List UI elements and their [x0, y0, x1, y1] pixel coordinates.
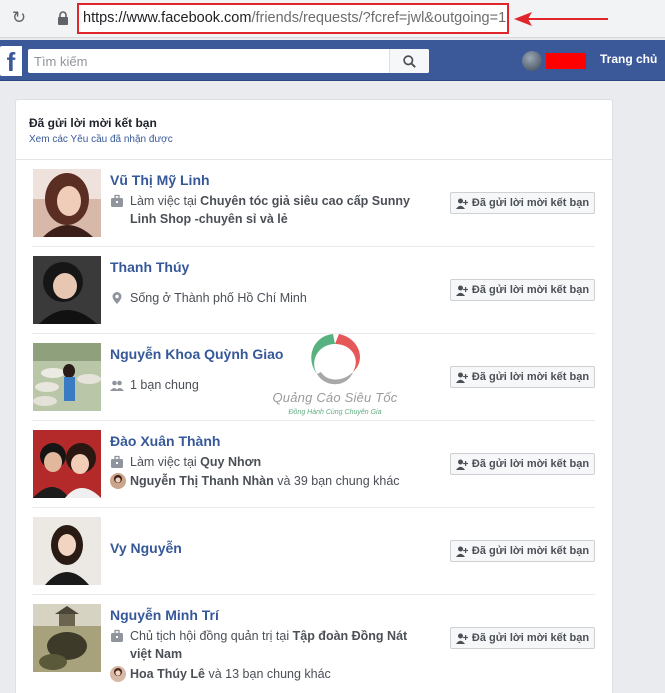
work-info: Làm việc tại Quy Nhơn	[110, 453, 428, 471]
mutual-friends-icon	[110, 380, 124, 391]
sent-request-button[interactable]: Đã gửi lời mời kết bạn	[450, 279, 595, 301]
add-friend-icon	[455, 285, 468, 296]
work-info: Làm việc tại Chuyên tóc giả siêu cao cấp…	[110, 192, 428, 228]
friend-photo[interactable]	[33, 430, 101, 498]
location-info: Sống ở Thành phố Hồ Chí Minh	[110, 289, 428, 307]
address-bar[interactable]: https://www.facebook.com/friends/request…	[77, 3, 509, 34]
briefcase-icon	[111, 629, 123, 642]
add-friend-icon	[455, 459, 468, 470]
request-row: Vũ Thị Mỹ Linh Làm việc tại Chuyên tóc g…	[32, 160, 595, 247]
profile-avatar[interactable]	[522, 51, 542, 71]
sent-request-button[interactable]: Đã gửi lời mời kết bạn	[450, 627, 595, 649]
redacted-name-box	[546, 53, 586, 69]
add-friend-icon	[455, 372, 468, 383]
friend-photo[interactable]	[33, 256, 101, 324]
request-row: Đào Xuân Thành Làm việc tại Quy Nhơn Ngu…	[32, 421, 595, 508]
card-header: Đã gửi lời mời kết bạn Xem các Yêu cầu đ…	[16, 100, 612, 160]
request-row: Vy Nguyễn Đã gửi lời mời kết bạn	[32, 508, 595, 595]
mutual-friends-info: 1 bạn chung	[110, 376, 428, 394]
add-friend-icon	[455, 546, 468, 557]
work-info: Chủ tịch hội đồng quản trị tại Tập đoàn …	[110, 627, 428, 663]
search-box	[28, 49, 429, 73]
briefcase-icon	[111, 455, 123, 468]
friend-photo[interactable]	[33, 604, 101, 672]
sent-requests-card: Đã gửi lời mời kết bạn Xem các Yêu cầu đ…	[15, 99, 613, 693]
add-friend-icon	[455, 198, 468, 209]
url-text: https://www.facebook.com/friends/request…	[83, 10, 507, 26]
add-friend-icon	[455, 633, 468, 644]
red-arrow-icon	[514, 12, 608, 26]
sent-request-button[interactable]: Đã gửi lời mời kết bạn	[450, 453, 595, 475]
sent-request-button[interactable]: Đã gửi lời mời kết bạn	[450, 192, 595, 214]
friend-photo[interactable]	[33, 343, 101, 411]
friend-photo[interactable]	[33, 169, 101, 237]
search-icon	[403, 54, 416, 68]
browser-toolbar: ↻ https://www.facebook.com/friends/reque…	[0, 0, 665, 38]
mutual-friend-avatar[interactable]	[110, 666, 126, 682]
lock-icon	[58, 11, 68, 25]
sent-request-button[interactable]: Đã gửi lời mời kết bạn	[450, 540, 595, 562]
briefcase-icon	[111, 194, 123, 207]
facebook-logo-icon[interactable]: f	[0, 46, 22, 77]
reload-icon[interactable]: ↻	[9, 8, 29, 28]
mutual-friends-info: Hoa Thúy Lê và 13 bạn chung khác	[110, 665, 428, 683]
search-input[interactable]	[28, 49, 390, 73]
friend-name[interactable]: Vũ Thị Mỹ Linh	[110, 172, 210, 188]
friend-name[interactable]: Nguyễn Minh Trí	[110, 607, 219, 623]
request-row: Thanh Thúy Sống ở Thành phố Hồ Chí Minh …	[32, 247, 595, 334]
search-button[interactable]	[389, 49, 429, 73]
card-title: Đã gửi lời mời kết bạn	[29, 116, 157, 130]
friend-name[interactable]: Thanh Thúy	[110, 259, 189, 275]
friend-name[interactable]: Vy Nguyễn	[110, 540, 182, 556]
mutual-friend-avatar[interactable]	[110, 473, 126, 489]
sent-request-button[interactable]: Đã gửi lời mời kết bạn	[450, 366, 595, 388]
home-link[interactable]: Trang chủ	[600, 52, 657, 66]
friend-photo[interactable]	[33, 517, 101, 585]
received-requests-link[interactable]: Xem các Yêu cầu đã nhận được	[29, 134, 173, 145]
mutual-friends-info: Nguyễn Thị Thanh Nhàn và 39 bạn chung kh…	[110, 472, 428, 490]
friend-name[interactable]: Nguyễn Khoa Quỳnh Giao	[110, 346, 283, 362]
location-pin-icon	[112, 292, 122, 304]
friend-name[interactable]: Đào Xuân Thành	[110, 433, 220, 449]
request-row: Nguyễn Minh Trí Chủ tịch hội đồng quản t…	[32, 595, 595, 682]
request-row: Nguyễn Khoa Quỳnh Giao 1 bạn chung Đã gử…	[32, 334, 595, 421]
facebook-header: f Trang chủ	[0, 40, 665, 81]
